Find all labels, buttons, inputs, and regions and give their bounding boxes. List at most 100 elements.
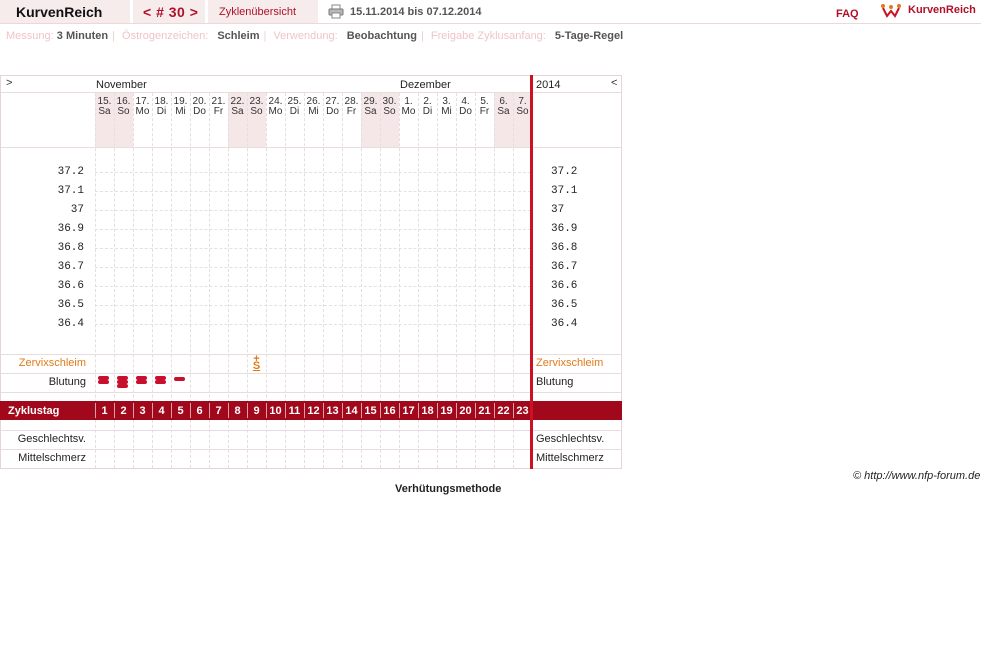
bleeding-mark[interactable] xyxy=(117,384,128,388)
zyklustag-number[interactable]: 10 xyxy=(266,405,285,417)
month-label-left: November xyxy=(96,79,147,91)
cycle-overview-link[interactable]: Zyklenübersicht xyxy=(208,0,318,23)
header-divider xyxy=(1,92,621,93)
header-divider xyxy=(1,147,621,148)
temp-label-left: 37.2 xyxy=(57,166,84,178)
kurvenreich-logo-icon[interactable] xyxy=(880,2,902,20)
day-weekday: So xyxy=(383,106,396,117)
day-weekday: Sa xyxy=(497,106,510,117)
mittelschmerz-label: Mittelschmerz xyxy=(18,452,86,464)
zyklustag-number[interactable]: 20 xyxy=(456,405,475,417)
day-weekday: Di xyxy=(156,106,167,117)
day-weekday: Sa xyxy=(231,106,244,117)
zyklustag-number[interactable]: 8 xyxy=(228,405,247,417)
zyklustag-number[interactable]: 1 xyxy=(95,405,114,417)
row-divider xyxy=(1,449,621,450)
day-weekday: Mo xyxy=(135,106,150,117)
row-divider xyxy=(1,373,621,374)
divider: | xyxy=(263,30,267,42)
day-weekday: Di xyxy=(289,106,300,117)
temp-label-right: 37.1 xyxy=(551,185,578,197)
temp-label-right: 36.9 xyxy=(551,223,578,235)
zyklustag-number[interactable]: 5 xyxy=(171,405,190,417)
chart-next-arrow[interactable]: < xyxy=(611,77,617,89)
zyklustag-number[interactable]: 22 xyxy=(494,405,513,417)
zyklustag-number[interactable]: 21 xyxy=(475,405,494,417)
contraception-method-label: Verhütungsmethode xyxy=(395,483,502,495)
bleeding-mark[interactable] xyxy=(98,380,109,384)
mittelschmerz-label-right: Mittelschmerz xyxy=(536,452,604,464)
day-weekday: Sa xyxy=(364,106,377,117)
divider: | xyxy=(112,30,115,42)
temp-gridline xyxy=(95,286,531,287)
blutung-label: Blutung xyxy=(48,376,86,388)
zervix-label: Zervixschleim xyxy=(18,357,86,369)
temp-label-right: 36.6 xyxy=(551,280,578,292)
zyklustag-number[interactable]: 9 xyxy=(247,405,266,417)
day-weekday: So xyxy=(117,106,130,117)
zyklustag-number[interactable]: 2 xyxy=(114,405,133,417)
day-weekday: Fr xyxy=(346,106,357,117)
zyklustag-number[interactable]: 11 xyxy=(285,405,304,417)
zyklustag-number[interactable]: 17 xyxy=(399,405,418,417)
row-divider xyxy=(1,392,621,393)
date-range: 15.11.2014 bis 07.12.2014 xyxy=(350,6,482,18)
year-label: 2014 xyxy=(536,79,561,91)
temp-label-right: 36.4 xyxy=(551,318,578,330)
day-weekday: Mo xyxy=(268,106,283,117)
temp-label-right: 37.2 xyxy=(551,166,578,178)
row-divider xyxy=(1,430,621,431)
freigabe-label: Freigabe Zyklusanfang: xyxy=(430,30,546,42)
zyklustag-number[interactable]: 14 xyxy=(342,405,361,417)
geschlechtsv-label: Geschlechtsv. xyxy=(17,433,86,445)
bleeding-mark[interactable] xyxy=(136,380,147,384)
day-weekday: So xyxy=(250,106,263,117)
settings-line: Messung: 3 Minuten | Östrogenzeichen: Sch… xyxy=(6,30,623,42)
faq-link[interactable]: FAQ xyxy=(836,8,859,20)
day-weekday: Do xyxy=(459,106,472,117)
temp-gridline xyxy=(95,191,531,192)
day-weekday: Do xyxy=(193,106,206,117)
temp-gridline xyxy=(95,210,531,211)
verwendung-label: Verwendung: xyxy=(273,30,338,42)
temp-gridline xyxy=(95,172,531,173)
cycle-end-marker xyxy=(530,75,533,469)
zyklustag-number[interactable]: 18 xyxy=(418,405,437,417)
bleeding-mark[interactable] xyxy=(174,377,185,381)
day-weekday: Di xyxy=(422,106,433,117)
printer-icon[interactable] xyxy=(328,4,344,19)
temp-label-left: 37 xyxy=(70,204,84,216)
zyklustag-number[interactable]: 6 xyxy=(190,405,209,417)
month-label-right: Dezember xyxy=(400,79,451,91)
copyright-link[interactable]: © http://www.nfp-forum.de xyxy=(853,470,980,482)
day-weekday: Mi xyxy=(441,106,452,117)
zyklustag-number[interactable]: 4 xyxy=(152,405,171,417)
zyklustag-number[interactable]: 15 xyxy=(361,405,380,417)
zervix-s-symbol[interactable]: S xyxy=(247,361,266,372)
temp-label-left: 36.8 xyxy=(57,242,84,254)
temp-gridline xyxy=(95,248,531,249)
zyklustag-label: Zyklustag xyxy=(8,405,60,417)
cycle-navigator[interactable]: < # 30 > xyxy=(133,0,205,23)
temp-label-right: 36.7 xyxy=(551,261,578,273)
zyklustag-number[interactable]: 7 xyxy=(209,405,228,417)
zyklustag-number[interactable]: 13 xyxy=(323,405,342,417)
logo-text[interactable]: KurvenReich xyxy=(908,4,976,16)
temp-gridline xyxy=(95,229,531,230)
zyklustag-number[interactable]: 12 xyxy=(304,405,323,417)
day-weekday: Mi xyxy=(308,106,319,117)
day-weekday: Fr xyxy=(213,106,224,117)
messung-value: 3 Minuten xyxy=(56,30,109,42)
temp-label-left: 36.4 xyxy=(57,318,84,330)
zyklustag-number[interactable]: 19 xyxy=(437,405,456,417)
temp-label-right: 37 xyxy=(551,204,565,216)
day-weekday: Mo xyxy=(401,106,416,117)
row-divider xyxy=(1,354,621,355)
bleeding-mark[interactable] xyxy=(155,380,166,384)
zyklustag-number[interactable]: 16 xyxy=(380,405,399,417)
chart-prev-arrow[interactable]: > xyxy=(6,77,12,89)
temp-label-left: 36.6 xyxy=(57,280,84,292)
divider: | xyxy=(420,30,424,42)
zyklustag-number[interactable]: 3 xyxy=(133,405,152,417)
freigabe-value: 5-Tage-Regel xyxy=(554,30,624,42)
